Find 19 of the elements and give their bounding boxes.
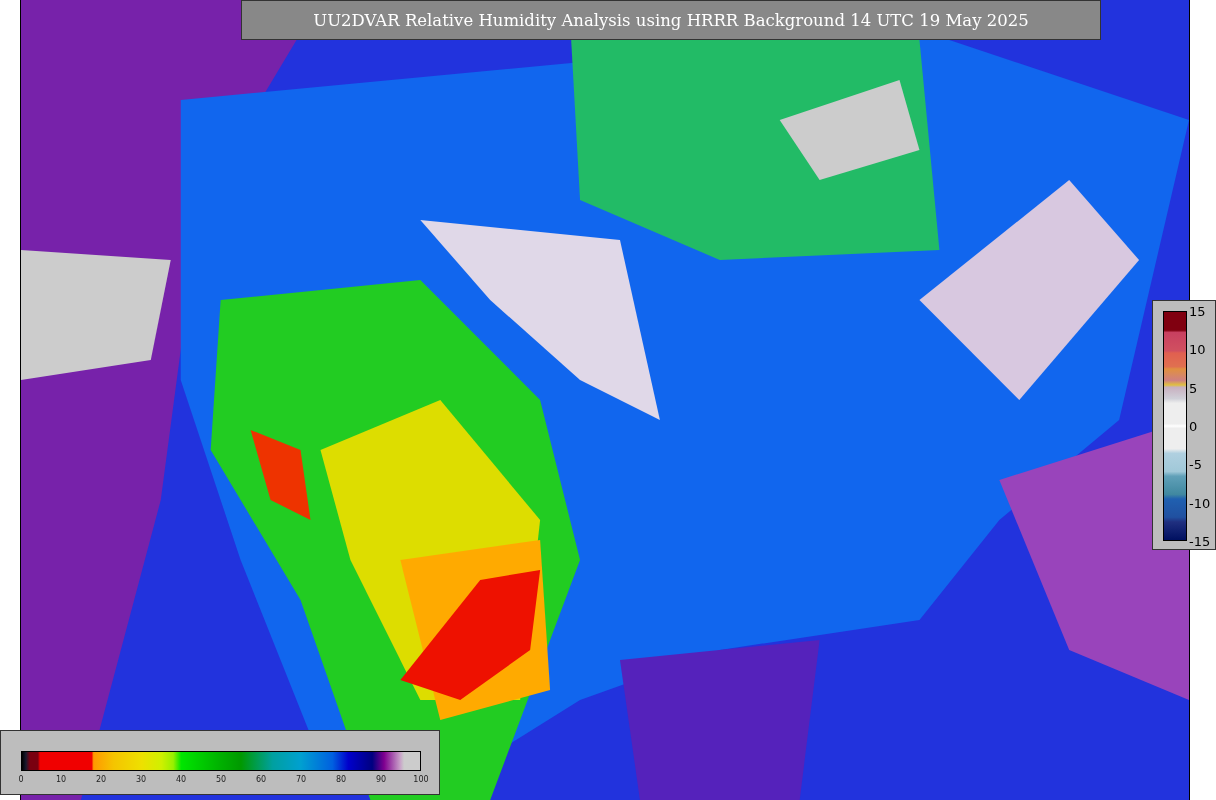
tick-label: 10: [1189, 341, 1206, 357]
tick-label: -5: [1189, 456, 1202, 472]
tick-label: 70: [295, 775, 307, 784]
map-title: UU2DVAR Relative Humidity Analysis using HRRR Background 14 UTC 19 May 2025: [241, 0, 1101, 40]
tick-label: 90: [375, 775, 387, 784]
tick-label: 0: [1189, 418, 1198, 434]
tick-label: 5: [1189, 380, 1198, 396]
tick-label: 60: [255, 775, 267, 784]
tick-label: 100: [413, 775, 429, 784]
tick-label: -15: [1189, 533, 1211, 549]
tick-label: -10: [1189, 495, 1211, 511]
tick-label: 50: [215, 775, 227, 784]
tick-label: 80: [335, 775, 347, 784]
tick-label: 15: [1189, 303, 1206, 319]
tick-label: 10: [55, 775, 67, 784]
tick-label: 20: [95, 775, 107, 784]
tick-label: 30: [135, 775, 147, 784]
tick-label: 40: [175, 775, 187, 784]
tick-label: 0: [18, 775, 24, 784]
